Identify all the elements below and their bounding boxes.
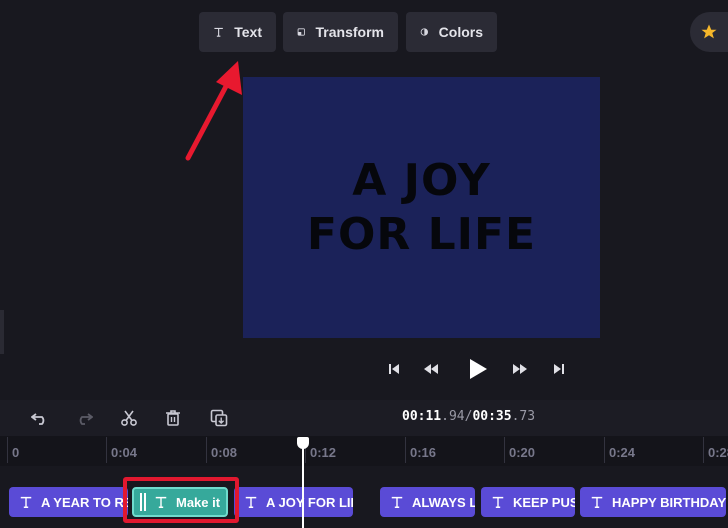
ruler-tick-label: 0 — [12, 445, 20, 460]
play-button[interactable] — [462, 352, 494, 386]
playhead-line[interactable] — [302, 438, 304, 528]
upgrade-pill-button[interactable] — [690, 12, 728, 52]
annotation-arrow-icon — [185, 61, 242, 161]
ruler-tick-label: 0:24 — [609, 445, 636, 460]
clip-label: ALWAYS LI — [412, 494, 475, 510]
text-icon — [245, 496, 257, 508]
ruler-tick — [604, 437, 605, 463]
ruler-tick — [504, 437, 505, 463]
total-time: 00:35 — [472, 409, 512, 424]
time-display: 00:11.94/00:35.73 — [402, 409, 535, 424]
duplicate-icon — [210, 409, 228, 427]
fast-forward-button[interactable] — [506, 356, 534, 382]
timeline-clip[interactable]: A JOY FOR LIF — [234, 487, 353, 517]
text-icon — [492, 496, 504, 508]
colors-tool-button[interactable]: Colors — [406, 12, 497, 52]
canvas-title-text[interactable]: A JOY FOR LIFE — [307, 154, 536, 262]
rewind-button[interactable] — [417, 356, 445, 382]
text-tool-button[interactable]: Text — [199, 12, 276, 52]
undo-button[interactable] — [25, 404, 55, 432]
clip-label: HAPPY BIRTHDAY — [612, 494, 726, 510]
timeline-clip[interactable]: A YEAR TO RE — [9, 487, 128, 517]
clip-label: A YEAR TO RE — [41, 494, 128, 510]
rewind-icon — [424, 364, 438, 374]
ruler-tick-label: 0:20 — [509, 445, 536, 460]
delete-button[interactable] — [158, 404, 188, 432]
playhead-handle[interactable] — [297, 437, 309, 449]
timeline-edit-bar — [0, 400, 728, 436]
ruler-tick-label: 0:16 — [410, 445, 437, 460]
annotation-highlight-box — [123, 477, 239, 523]
trash-icon — [166, 410, 180, 426]
star-icon — [701, 24, 717, 39]
split-button[interactable] — [114, 404, 144, 432]
transform-tool-button[interactable]: Transform — [283, 12, 398, 52]
text-icon — [214, 27, 223, 37]
undo-icon — [31, 413, 45, 425]
text-tool-label: Text — [234, 24, 262, 40]
play-icon — [470, 359, 487, 379]
ruler-tick-label: 0:12 — [310, 445, 337, 460]
timeline-clip[interactable]: KEEP PUSH — [481, 487, 575, 517]
text-icon — [591, 496, 603, 508]
video-preview-canvas[interactable]: A JOY FOR LIFE — [243, 77, 600, 338]
ruler-tick — [206, 437, 207, 463]
ruler-tick-label: 0:08 — [211, 445, 238, 460]
timeline-clip[interactable]: HAPPY BIRTHDAY — [580, 487, 726, 517]
transform-tool-label: Transform — [315, 24, 384, 40]
colors-tool-label: Colors — [438, 24, 483, 40]
ruler-tick — [703, 437, 704, 463]
clip-label: A JOY FOR LIF — [266, 494, 353, 510]
timeline-clip[interactable]: ALWAYS LI — [380, 487, 475, 517]
redo-icon — [79, 413, 93, 425]
text-icon — [20, 496, 32, 508]
current-time: 00:11 — [402, 409, 442, 424]
ruler-tick-label: 0:28 — [708, 445, 728, 460]
skip-to-start-button[interactable] — [380, 356, 408, 382]
canvas-line-1: A JOY — [352, 154, 491, 206]
scissors-icon — [121, 410, 137, 426]
ruler-tick — [7, 437, 8, 463]
clip-label: KEEP PUSH — [513, 494, 575, 510]
contrast-icon — [420, 28, 429, 36]
text-icon — [391, 496, 403, 508]
skip-to-end-button[interactable] — [545, 356, 573, 382]
skip-forward-icon — [554, 364, 564, 374]
ruler-tick-label: 0:04 — [111, 445, 138, 460]
skip-back-icon — [389, 364, 399, 374]
panel-edge — [0, 310, 4, 354]
duplicate-button[interactable] — [204, 404, 234, 432]
redo-button[interactable] — [69, 404, 99, 432]
current-time-fraction: .94 — [441, 409, 465, 424]
fast-forward-icon — [513, 364, 527, 374]
canvas-line-2: FOR LIFE — [306, 208, 537, 260]
ruler-tick — [106, 437, 107, 463]
total-time-fraction: .73 — [511, 409, 536, 424]
transform-icon — [297, 28, 305, 36]
ruler-tick — [405, 437, 406, 463]
